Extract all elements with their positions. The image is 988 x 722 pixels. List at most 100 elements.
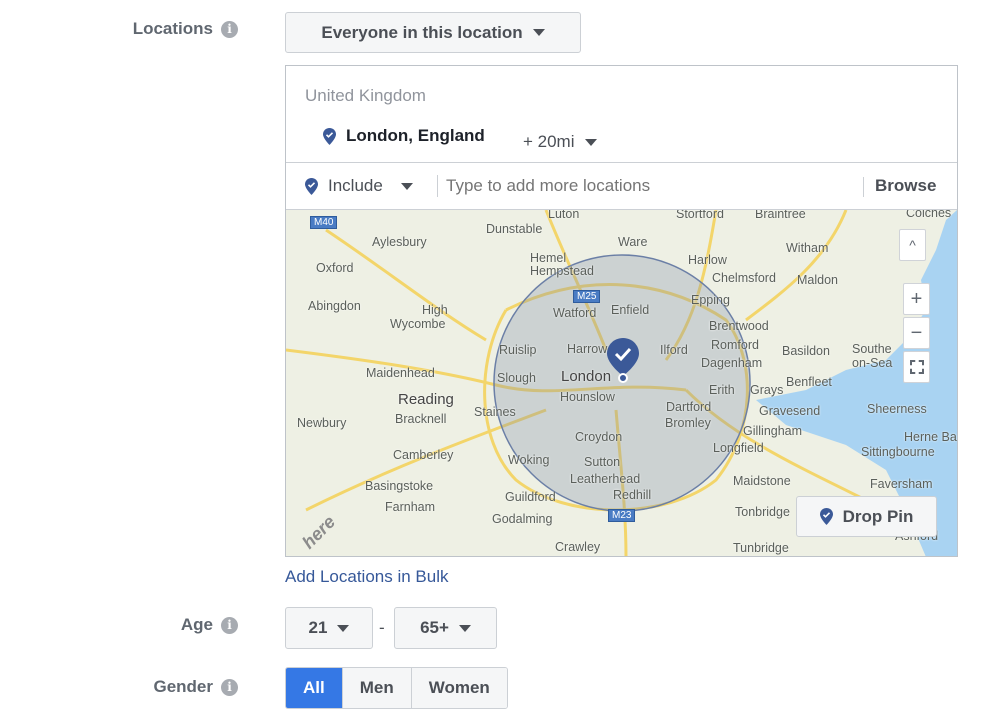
map-town-label: Croydon bbox=[575, 430, 623, 444]
caret-down-icon bbox=[337, 624, 350, 632]
map-town-label: London bbox=[561, 368, 612, 385]
country-label: United Kingdom bbox=[305, 86, 426, 105]
gender-label: Gender i bbox=[153, 677, 238, 697]
map-town-label: Maidstone bbox=[733, 474, 791, 488]
add-locations-bulk-link[interactable]: Add Locations in Bulk bbox=[285, 567, 449, 587]
map-town-label: Aylesbury bbox=[372, 235, 427, 249]
location-pin-icon bbox=[305, 177, 318, 195]
map-town-label: Longfield bbox=[713, 441, 764, 455]
map[interactable]: Luton Dunstable Stortford Braintree Colches A… bbox=[286, 209, 957, 556]
map-town-label: Gravesend bbox=[759, 404, 821, 418]
map-town-label: Ware bbox=[618, 235, 648, 249]
gender-label-text: Gender bbox=[153, 677, 213, 696]
map-town-label: Dartford bbox=[666, 400, 712, 414]
map-town-label: Bracknell bbox=[395, 412, 447, 426]
map-town-label: Woking bbox=[508, 453, 550, 467]
map-town-label: Gillingham bbox=[743, 424, 803, 438]
map-town-label: Maldon bbox=[797, 273, 838, 287]
map-town-label: Colches bbox=[906, 209, 952, 220]
map-town-label: on-Sea bbox=[852, 356, 893, 370]
include-dropdown[interactable]: Include bbox=[305, 176, 413, 196]
info-icon[interactable]: i bbox=[221, 678, 238, 696]
map-town-label: Tunbridge bbox=[733, 541, 789, 555]
map-town-label: Enfield bbox=[611, 303, 650, 317]
map-town-label: Farnham bbox=[385, 500, 436, 514]
map-town-label: Reading bbox=[398, 391, 454, 408]
map-town-label: Harlow bbox=[688, 253, 727, 267]
road-badge-m23: M23 bbox=[608, 509, 636, 522]
map-town-label: Southe bbox=[852, 342, 892, 356]
drop-pin-label: Drop Pin bbox=[842, 506, 914, 526]
age-max-value: 65+ bbox=[420, 618, 449, 637]
location-type-value: Everyone in this location bbox=[321, 22, 523, 42]
map-town-label: Godalming bbox=[492, 512, 553, 526]
map-town-label: Guildford bbox=[505, 490, 556, 504]
map-town-label: Watford bbox=[553, 306, 597, 320]
map-town-label: Luton bbox=[548, 209, 580, 221]
radius-dropdown[interactable]: + 20mi bbox=[523, 132, 597, 152]
map-town-label: Hounslow bbox=[560, 390, 615, 404]
map-town-label: Oxford bbox=[316, 261, 354, 275]
gender-selector: All Men Women bbox=[285, 667, 508, 709]
browse-button[interactable]: Browse bbox=[875, 176, 936, 196]
gender-men-button[interactable]: Men bbox=[341, 668, 411, 708]
search-row: Include Browse bbox=[286, 162, 957, 209]
map-town-label: Herne Ba bbox=[904, 430, 957, 444]
map-town-label: Leatherhead bbox=[570, 472, 641, 486]
gender-women-button[interactable]: Women bbox=[410, 668, 507, 708]
locations-label-text: Locations bbox=[132, 19, 213, 38]
map-town-label: Braintree bbox=[755, 209, 806, 221]
map-town-label: Slough bbox=[497, 371, 536, 385]
map-town-label: Crawley bbox=[555, 540, 601, 554]
map-town-label: Sittingbourne bbox=[861, 445, 935, 459]
map-town-label: Newbury bbox=[297, 416, 347, 430]
age-label-text: Age bbox=[180, 615, 213, 634]
age-min-dropdown[interactable]: 21 bbox=[285, 607, 373, 649]
caret-down-icon bbox=[400, 182, 413, 190]
include-value: Include bbox=[328, 176, 383, 195]
map-town-label: Hemel bbox=[530, 251, 567, 265]
map-town-label: Hempstead bbox=[530, 264, 594, 278]
location-box: United Kingdom London, England + 20mi In… bbox=[285, 65, 958, 557]
map-town-label: Staines bbox=[474, 405, 516, 419]
map-marker-icon bbox=[607, 338, 639, 383]
gender-all-button[interactable]: All bbox=[286, 668, 342, 708]
drop-pin-button[interactable]: Drop Pin bbox=[796, 496, 937, 537]
location-search-input[interactable] bbox=[446, 173, 846, 199]
map-town-label: Chelmsford bbox=[712, 271, 776, 285]
info-icon[interactable]: i bbox=[221, 616, 238, 634]
caret-down-icon bbox=[532, 29, 545, 36]
map-town-label: Sutton bbox=[584, 455, 621, 469]
map-town-label: Wycombe bbox=[390, 317, 446, 331]
map-town-label: Ruislip bbox=[499, 343, 537, 357]
map-town-label: Ilford bbox=[660, 343, 688, 357]
radius-value: + 20mi bbox=[523, 132, 575, 151]
map-town-label: Basingstoke bbox=[365, 479, 434, 493]
map-town-label: Brentwood bbox=[709, 319, 769, 333]
map-town-label: Erith bbox=[709, 383, 735, 397]
road-badge-m25: M25 bbox=[573, 290, 601, 303]
collapse-map-button[interactable]: ^ bbox=[899, 229, 926, 261]
location-type-dropdown[interactable]: Everyone in this location bbox=[285, 12, 581, 53]
divider bbox=[863, 177, 864, 197]
age-max-dropdown[interactable]: 65+ bbox=[394, 607, 497, 649]
map-town-label: Benfleet bbox=[786, 375, 832, 389]
info-icon[interactable]: i bbox=[221, 20, 238, 38]
map-town-label: Redhill bbox=[613, 488, 652, 502]
map-town-label: Camberley bbox=[393, 448, 454, 462]
zoom-out-button[interactable]: − bbox=[903, 317, 930, 349]
road-badge-m40: M40 bbox=[310, 216, 338, 229]
zoom-in-button[interactable]: + bbox=[903, 283, 930, 315]
map-town-label: Faversham bbox=[870, 477, 933, 491]
locate-button[interactable] bbox=[903, 351, 930, 383]
map-town-label: Basildon bbox=[782, 344, 830, 358]
map-town-label: Tonbridge bbox=[735, 505, 790, 519]
map-town-label: Dagenham bbox=[701, 356, 763, 370]
map-town-label: Epping bbox=[691, 293, 730, 307]
age-min-value: 21 bbox=[308, 618, 328, 637]
locations-label: Locations i bbox=[133, 19, 238, 39]
map-town-label: Harrow bbox=[567, 342, 608, 356]
selected-location: London, England bbox=[323, 126, 485, 146]
map-town-label: Dunstable bbox=[486, 222, 543, 236]
map-town-label: Maidenhead bbox=[366, 366, 435, 380]
